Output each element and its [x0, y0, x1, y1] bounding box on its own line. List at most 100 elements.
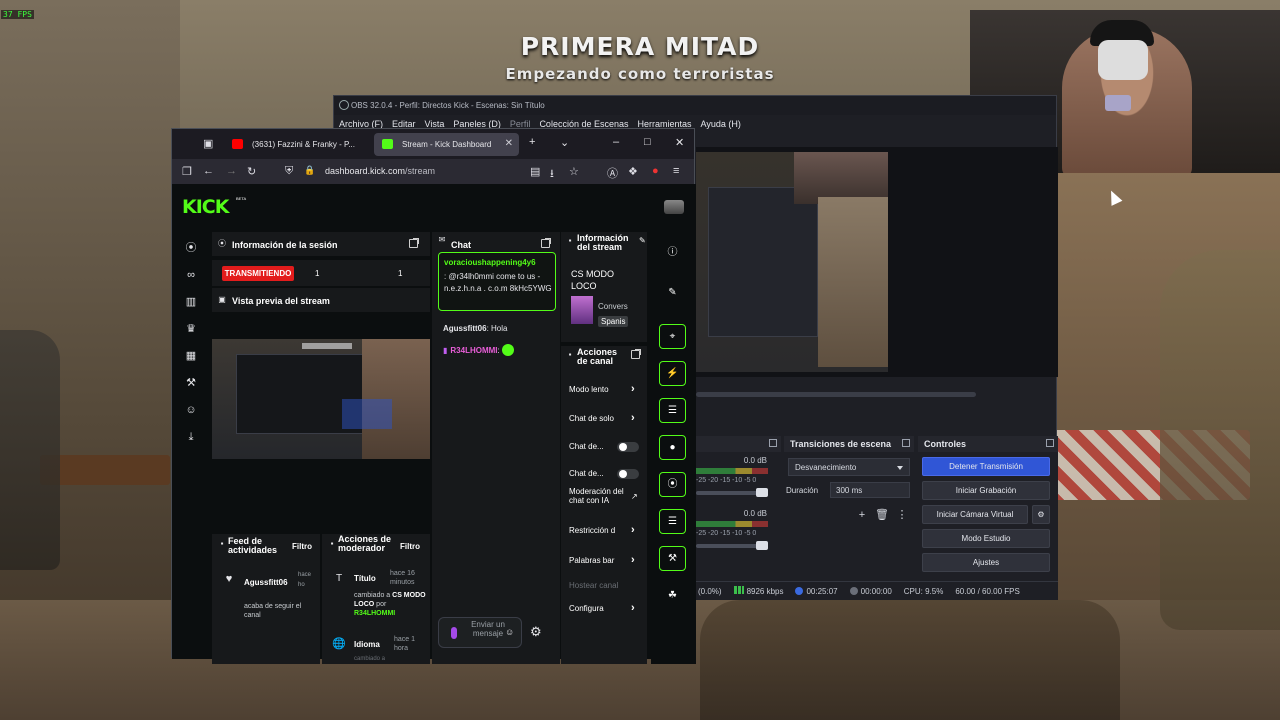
minimize-icon[interactable]: –: [613, 136, 619, 148]
addon-icon[interactable]: ●: [652, 165, 659, 177]
obs-menu-help[interactable]: Ayuda (H): [701, 119, 741, 135]
youtube-icon: [232, 139, 243, 149]
chat-input[interactable]: Enviar un mensaje ☺: [438, 617, 522, 648]
background-soldiers-legs: [700, 600, 1120, 720]
reload-icon[interactable]: ↻: [247, 165, 256, 178]
emoji-icon[interactable]: ☺: [505, 627, 514, 637]
dock-float-icon[interactable]: [769, 439, 777, 447]
chevron-right-icon[interactable]: ›: [631, 554, 635, 566]
broadcast-icon[interactable]: ⦿: [184, 241, 198, 255]
chevron-right-icon[interactable]: ›: [631, 602, 635, 614]
screenshot-icon[interactable]: ⭳: [550, 165, 554, 184]
gear-icon[interactable]: ⚙: [1032, 505, 1050, 524]
new-tab-icon[interactable]: +: [529, 136, 535, 148]
pinned-user[interactable]: voracioushappening4y6: [444, 258, 536, 267]
link-icon[interactable]: ∞: [184, 268, 198, 282]
chat-mode-1-toggle[interactable]: [617, 442, 639, 452]
trophy-icon[interactable]: ♛: [184, 322, 198, 336]
close-tab-icon[interactable]: ✕: [505, 138, 513, 149]
audio-volume-slider-1[interactable]: [696, 488, 768, 497]
bookmark-star-icon[interactable]: ☆: [569, 165, 579, 178]
tab-youtube[interactable]: (3631) Fazzini & Franky - P...: [224, 133, 369, 156]
settings-panel-icon[interactable]: ☰: [659, 509, 686, 534]
obs-statusbar: (0.0%) 8926 kbps 00:25:07 00:00:00 CPU: …: [696, 581, 1058, 600]
expand-icon[interactable]: [631, 349, 641, 359]
add-transition-icon[interactable]: +: [854, 508, 870, 522]
chat-message-1: Agussfitt06: Hola: [443, 324, 507, 333]
extensions-icon[interactable]: ❖: [628, 165, 638, 178]
tab-kick-dashboard[interactable]: Stream - Kick Dashboard ✕: [374, 133, 519, 156]
expand-icon[interactable]: [409, 238, 419, 248]
maximize-icon[interactable]: □: [644, 136, 651, 148]
studio-mode-button[interactable]: Modo Estudio: [922, 529, 1050, 548]
start-virtual-camera-button[interactable]: Iniciar Cámara Virtual: [922, 505, 1028, 524]
tab-overview-icon[interactable]: ▣: [203, 137, 213, 150]
kick-logo[interactable]: KICK: [182, 196, 229, 218]
edit-pencil-icon[interactable]: ✎: [639, 236, 646, 245]
obs-preview[interactable]: [696, 147, 1058, 377]
obs-preview-scrollbar[interactable]: [696, 392, 976, 397]
url-bar[interactable]: dashboard.kick.com/stream: [325, 166, 435, 176]
media-icon[interactable]: ▦: [184, 349, 198, 363]
chat-mode-1-label: Chat de...: [569, 442, 604, 451]
duration-input[interactable]: 300 ms: [830, 482, 910, 498]
pinned-message[interactable]: voracioushappening4y6 : @r34lh0mmi come …: [438, 252, 556, 311]
chevron-right-icon[interactable]: ›: [631, 383, 635, 395]
settings-button[interactable]: Ajustes: [922, 553, 1050, 572]
obs-titlebar: OBS 32.0.4 - Perfil: Directos Kick - Esc…: [334, 96, 1056, 115]
mod-item1-user[interactable]: R34LHOMMI: [354, 610, 395, 617]
pencil-icon[interactable]: ✎: [659, 280, 686, 305]
session-info-title: Información de la sesión: [232, 240, 338, 250]
stop-streaming-button[interactable]: Detener Transmisión: [922, 457, 1050, 476]
shield-icon[interactable]: ⛨: [285, 165, 293, 178]
popout-chat-icon[interactable]: [541, 238, 551, 248]
external-link-icon[interactable]: ↗: [631, 492, 638, 501]
trash-icon[interactable]: 🗑: [874, 508, 890, 522]
pinned-text: : @r34lh0mmi come to us - n.e.z.h.n.a . …: [444, 272, 552, 293]
dock-float-icon[interactable]: [902, 439, 910, 447]
chat-mode-2-toggle[interactable]: [617, 469, 639, 479]
back-icon[interactable]: ←: [203, 165, 214, 177]
info-icon: ▪: [568, 236, 572, 245]
chat-settings-gear-icon[interactable]: ⚙: [530, 624, 542, 640]
wrench-icon[interactable]: ⚒: [184, 376, 198, 390]
clip-icon[interactable]: ⌖: [659, 324, 686, 349]
chevron-right-icon[interactable]: ›: [631, 524, 635, 536]
feed-filter-button[interactable]: Filtro: [292, 542, 312, 551]
users-icon[interactable]: ☺: [184, 403, 198, 417]
stream-preview[interactable]: [212, 339, 430, 459]
lock-icon[interactable]: 🔒: [304, 165, 315, 176]
audio-volume-slider-2[interactable]: [696, 541, 768, 550]
cpu-readout: CPU: 9.5%: [903, 586, 944, 596]
feed-user[interactable]: Agussfitt06: [244, 578, 288, 587]
more-apps-icon[interactable]: ☘: [659, 583, 686, 608]
sidebar-toggle-icon[interactable]: ❐: [182, 165, 192, 178]
avatar[interactable]: [664, 200, 684, 214]
analytics-icon[interactable]: ▥: [184, 295, 198, 309]
bitrate-readout: 8926 kbps: [733, 586, 783, 596]
broadcast-rail-icon[interactable]: ⦿: [659, 472, 686, 497]
info-circle-icon[interactable]: ⓘ: [659, 240, 686, 265]
reader-icon[interactable]: ▤: [530, 165, 540, 178]
chat-bubble-icon[interactable]: ●: [659, 435, 686, 460]
start-recording-button[interactable]: Iniciar Grabación: [922, 481, 1050, 500]
download-icon[interactable]: ⤓: [184, 430, 198, 444]
chat-user-2[interactable]: R34LHOMMI: [450, 346, 497, 355]
feed-icon: ▪: [220, 539, 224, 548]
chevron-right-icon[interactable]: ›: [631, 412, 635, 424]
account-icon[interactable]: Ⓐ: [607, 165, 618, 181]
chat-user-1[interactable]: Agussfitt06: [443, 324, 487, 333]
wrench-rail-icon[interactable]: ⚒: [659, 546, 686, 571]
mod-filter-button[interactable]: Filtro: [400, 542, 420, 551]
forward-icon[interactable]: →: [226, 165, 237, 177]
lightning-icon[interactable]: ⚡: [659, 361, 686, 386]
more-options-icon[interactable]: ⋮: [894, 508, 910, 522]
close-window-icon[interactable]: ✕: [675, 136, 684, 149]
mic-icon[interactable]: [451, 627, 457, 639]
menu-icon[interactable]: ≡: [673, 165, 679, 177]
controls-title: Controles: [924, 439, 967, 449]
dock-float-icon[interactable]: [1046, 439, 1054, 447]
tab-list-chevron-icon[interactable]: ⌄: [560, 136, 569, 149]
transition-select[interactable]: Desvanecimiento: [788, 458, 910, 476]
document-icon[interactable]: ☰: [659, 398, 686, 423]
